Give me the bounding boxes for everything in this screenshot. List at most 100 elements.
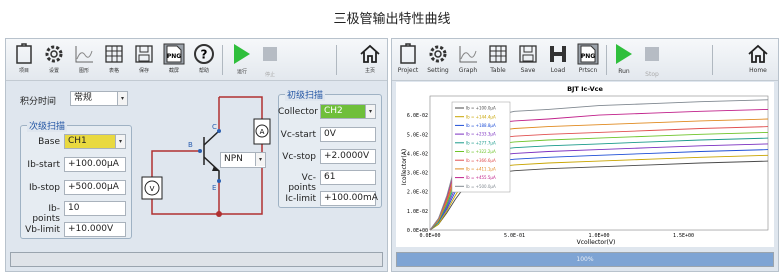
- integration-time-select[interactable]: 常规 ▾: [70, 91, 128, 106]
- ic-limit-input[interactable]: +100.00mA: [320, 191, 378, 206]
- collector-channel-select[interactable]: CH2 ▾: [320, 104, 376, 119]
- vc-start-label: Vc-start: [280, 130, 316, 140]
- project-label-cn: 项目: [18, 68, 29, 74]
- graph-label-cn: 图形: [78, 68, 89, 74]
- y-axis-label: Icollector(A): [401, 149, 408, 185]
- legend-entry: Ib = +188.8µA: [466, 123, 496, 128]
- emitter-node: [217, 179, 221, 183]
- table-icon: [487, 43, 509, 65]
- chart-title: BJT Ic-Vce: [567, 85, 603, 93]
- graph-label: Graph: [458, 67, 478, 74]
- gear-icon: [427, 43, 449, 65]
- stop-label-cn: 停止: [264, 72, 275, 78]
- ammeter-letter: A: [260, 128, 265, 136]
- project-icon: [397, 43, 419, 65]
- base-channel-value: CH1: [68, 136, 87, 146]
- svg-text:PNG: PNG: [167, 53, 181, 60]
- x-tick-label: 0.0E+00: [419, 233, 440, 239]
- transistor-type-select[interactable]: NPN ▾: [220, 152, 266, 168]
- home-button-cn[interactable]: 主页: [356, 43, 384, 79]
- stop-icon: [641, 47, 663, 69]
- save-button[interactable]: Save: [514, 43, 542, 79]
- english-app-window: Project Setting Graph Table Save Load PN…: [391, 38, 779, 272]
- legend-entry: Ib = +455.5µA: [466, 175, 496, 180]
- play-icon: [613, 44, 635, 66]
- x-axis-label: Vcollector(V): [577, 239, 616, 246]
- y-tick-label: 5.0E-02: [407, 132, 428, 138]
- legend-entry: Ib = +500.0µA: [466, 184, 496, 189]
- png-file-icon: PNG: [163, 43, 185, 65]
- project-icon: [13, 43, 35, 65]
- legend-entry: Ib = +277.7µA: [466, 140, 496, 145]
- vc-points-input[interactable]: 61: [320, 170, 376, 185]
- ib-points-input[interactable]: 10: [64, 201, 126, 216]
- collector-label: Collector: [278, 107, 319, 117]
- chevron-down-icon: ▾: [255, 153, 265, 166]
- project-button-cn[interactable]: 项目: [10, 43, 38, 79]
- ib-stop-label: Ib-stop: [28, 183, 60, 193]
- vc-stop-label: Vc-stop: [282, 152, 316, 162]
- progress-bar: 100%: [396, 252, 774, 267]
- vb-limit-input[interactable]: +10.000V: [64, 222, 126, 237]
- progress-text: 100%: [576, 256, 594, 263]
- save-label: Save: [520, 67, 536, 74]
- prtscn-button[interactable]: PNG Prtscn: [574, 43, 602, 79]
- home-icon: [359, 43, 381, 65]
- toolbar-divider: [336, 45, 337, 75]
- help-label-cn: 帮助: [198, 68, 209, 74]
- chinese-app-window: 项目 设置 图形 表格 保存 PNG 截屏 ? 帮助 运行 停止 主页 积分时间…: [5, 38, 388, 272]
- run-button[interactable]: Run: [610, 43, 638, 79]
- home-label: Home: [749, 67, 767, 74]
- x-tick-label: 5.0E-01: [504, 233, 525, 239]
- vc-start-input[interactable]: 0V: [320, 127, 376, 142]
- toolbar-cn: 项目 设置 图形 表格 保存 PNG 截屏 ? 帮助 运行 停止 主页: [6, 39, 387, 81]
- graph-button[interactable]: Graph: [454, 43, 482, 79]
- legend-entry: Ib = +366.6µA: [466, 158, 496, 163]
- screenshot-button-cn[interactable]: PNG 截屏: [160, 43, 188, 79]
- legend-entry: Ib = +233.3µA: [466, 132, 496, 137]
- table-button-cn[interactable]: 表格: [100, 43, 128, 79]
- chevron-down-icon: ▾: [365, 105, 375, 118]
- save-icon: [517, 43, 539, 65]
- home-button[interactable]: Home: [744, 43, 772, 79]
- ib-start-input[interactable]: +100.00µA: [64, 157, 126, 172]
- graph-button-cn[interactable]: 图形: [70, 43, 98, 79]
- svg-text:PNG: PNG: [581, 53, 595, 60]
- legend-entry: Ib = +411.1µA: [466, 167, 496, 172]
- y-tick-label: 3.0E-02: [407, 171, 428, 177]
- collector-channel-value: CH2: [324, 106, 343, 116]
- toolbar-divider: [606, 45, 607, 75]
- setting-button[interactable]: Setting: [424, 43, 452, 79]
- legend-entry: Ib = +144.4µA: [466, 114, 496, 119]
- ib-stop-input[interactable]: +500.00µA: [64, 180, 126, 195]
- settings-button-cn[interactable]: 设置: [40, 43, 68, 79]
- settings-label-cn: 设置: [48, 68, 59, 74]
- load-button[interactable]: Load: [544, 43, 572, 79]
- collector-letter: C: [212, 123, 217, 131]
- save-button-cn[interactable]: 保存: [130, 43, 158, 79]
- base-channel-select[interactable]: CH1 ▾: [64, 134, 126, 149]
- chevron-down-icon: ▾: [115, 135, 125, 148]
- base-node: [198, 149, 202, 153]
- vc-stop-input[interactable]: +2.0000V: [320, 149, 376, 164]
- base-label: Base: [38, 137, 60, 147]
- stop-button-cn[interactable]: 停止: [256, 43, 284, 79]
- stop-button[interactable]: Stop: [638, 43, 666, 79]
- run-button-cn[interactable]: 运行: [228, 43, 256, 79]
- table-button[interactable]: Table: [484, 43, 512, 79]
- stop-icon: [259, 47, 281, 69]
- table-label-cn: 表格: [108, 68, 119, 74]
- table-icon: [103, 43, 125, 65]
- png-file-icon: PNG: [577, 43, 599, 65]
- save-icon: [133, 43, 155, 65]
- y-tick-label: 4.0E-02: [407, 151, 428, 157]
- help-button-cn[interactable]: ? 帮助: [190, 43, 218, 79]
- ic-limit-label: Ic-limit: [285, 194, 316, 204]
- help-icon: ?: [193, 43, 215, 65]
- ic-vce-chart[interactable]: BJT Ic-Vce 0.0E+00 1.0E-02 2.0E-02 3.0E-02 4…: [396, 82, 774, 247]
- setting-label: Setting: [427, 67, 449, 74]
- project-button[interactable]: Project: [394, 43, 422, 79]
- stop-label: Stop: [645, 71, 659, 78]
- npn-transistor-symbol: [203, 130, 220, 181]
- secondary-sweep-title: 次级扫描: [27, 119, 68, 132]
